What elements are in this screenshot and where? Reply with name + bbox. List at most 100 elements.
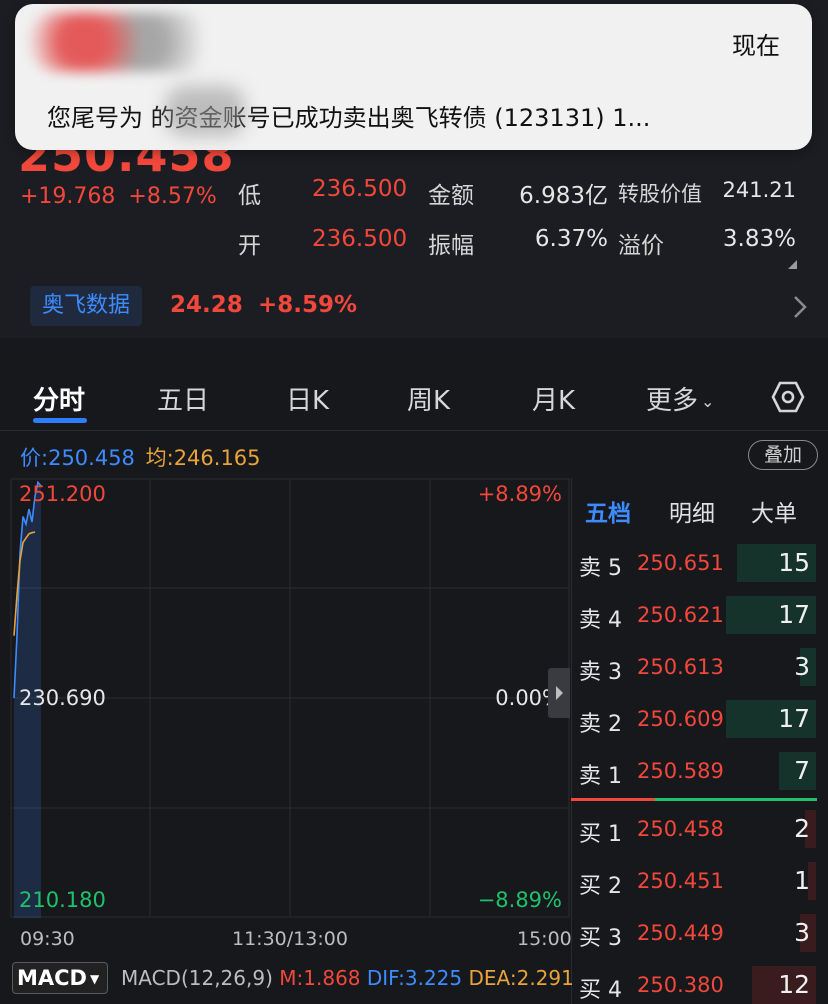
level-quantity: 7 [794,756,810,785]
tab-five-levels[interactable]: 五档 [585,494,631,528]
chevron-down-icon: ⌄ [701,392,715,411]
notification-time: 现在 [732,32,780,60]
ask-row[interactable]: 卖 4 250.621 17 [571,590,828,642]
amplitude-value: 6.37% [534,226,608,252]
chart-collapse-handle[interactable] [548,668,570,718]
divider [0,430,828,431]
premium-value: 3.83% [722,226,796,252]
current-price: 250.458 [48,446,135,470]
bid-row[interactable]: 买 4 250.380 12 [571,960,828,1004]
y-label-mid: 230.690 [19,686,106,710]
expand-corner-icon[interactable] [788,260,797,269]
level-quantity: 15 [778,548,810,577]
tab-weekly-k[interactable]: 周K [407,380,450,417]
turnover-value: 6.983亿 [519,183,608,209]
notification-banner[interactable]: 现在 您尾号为 的资金账号已成功卖出奥飞转债 (123131) 1... [15,4,812,150]
caret-right-icon [556,686,563,700]
macd-dea: DEA:2.291 [468,966,574,990]
level-quantity: 1 [794,866,810,895]
bid-row[interactable]: 买 3 250.449 3 [571,908,828,960]
bid-ask-split-red [571,798,655,801]
intraday-chart[interactable]: 251.200 230.690 210.180 +8.89% 0.00% −8.… [10,478,570,918]
average-price: 246.165 [173,446,261,470]
redacted-blur [27,12,217,72]
chevron-right-icon[interactable] [790,293,810,321]
macd-params: MACD(12,26,9) [121,966,273,990]
level-quantity: 2 [794,814,810,843]
bid-row[interactable]: 买 2 250.451 1 [571,856,828,908]
ask-row[interactable]: 卖 3 250.613 3 [571,642,828,694]
x-tick-close: 15:00 [517,928,572,950]
turnover-label: 金额 [428,183,474,209]
change-percent: +8.57% [128,184,217,209]
price-average-bar: 价:250.458 均:246.165 [20,442,261,472]
level-quantity: 12 [778,970,810,999]
level-label: 卖 5 [579,556,622,581]
y-label-low: 210.180 [19,888,106,912]
related-stock-price: 24.28 [170,292,243,318]
macd-values: MACD(12,26,9) M:1.868 DIF:3.225 DEA:2.29… [121,966,574,990]
level-price: 250.613 [637,655,724,679]
tab-daily-k[interactable]: 日K [286,380,329,417]
level-label: 卖 4 [579,608,622,633]
low-value: 236.500 [312,176,408,202]
level-price: 250.458 [637,817,724,841]
dropdown-arrow-icon: ▼ [90,972,100,986]
order-book: 五档 明细 大单 卖 5 250.651 15 卖 4 250.621 17 卖 3 250.… [571,478,828,1004]
ask-row[interactable]: 卖 1 250.589 7 [571,746,828,798]
pct-label-low: −8.89% [477,888,562,912]
level-label: 买 4 [579,978,622,1003]
level-label: 卖 3 [579,660,622,685]
conversion-value: 241.21 [722,178,796,202]
average-label: 均: [145,446,174,470]
level-label: 买 3 [579,926,622,951]
level-label: 买 1 [579,822,622,847]
level-price: 250.451 [637,869,724,893]
premium-label: 溢价 [618,233,664,259]
ask-row[interactable]: 卖 5 250.651 15 [571,538,828,590]
level-quantity: 17 [778,600,810,629]
tab-monthly-k[interactable]: 月K [532,380,575,417]
level-quantity: 17 [778,704,810,733]
indicator-select-label: MACD [17,966,87,990]
notification-message: 您尾号为 的资金账号已成功卖出奥飞转债 (123131) 1... [47,104,651,132]
level-price: 250.609 [637,707,724,731]
related-stock-change: +8.59% [258,292,358,318]
overlay-button[interactable]: 叠加 [748,440,818,470]
indicator-select[interactable]: MACD ▼ [12,962,108,994]
level-price: 250.621 [637,603,724,627]
tab-more-label: 更多 [646,386,699,416]
y-label-high: 251.200 [19,482,106,506]
amplitude-label: 振幅 [428,233,474,259]
related-stock-tag[interactable]: 奥飞数据 [30,286,143,326]
x-tick-open: 09:30 [20,928,75,950]
open-value: 236.500 [312,226,408,252]
level-price: 250.589 [637,759,724,783]
level-quantity: 3 [794,652,810,681]
macd-m: M:1.868 [279,966,361,990]
level-label: 买 2 [579,874,622,899]
ask-row[interactable]: 卖 2 250.609 17 [571,694,828,746]
pct-label-high: +8.89% [477,482,562,506]
settings-hexagon-icon[interactable] [771,380,805,414]
chart-tabs: 分时 五日 日K 周K 月K 更多 ⌄ [0,366,828,430]
level-label: 卖 1 [579,764,622,789]
active-tab-indicator [33,418,87,423]
level-label: 卖 2 [579,712,622,737]
bid-row[interactable]: 买 1 250.458 2 [571,804,828,856]
low-label: 低 [238,183,261,209]
level-price: 250.651 [637,551,724,575]
tab-details[interactable]: 明细 [669,494,715,528]
conversion-value-label: 转股价值 [618,182,702,206]
tab-more[interactable]: 更多 ⌄ [646,380,714,417]
level-quantity: 3 [794,918,810,947]
bid-ask-split-green [655,798,817,801]
tab-intraday[interactable]: 分时 [33,380,85,417]
price-label: 价: [20,446,49,470]
price-change: +19.768 +8.57% [20,184,217,209]
tab-five-day[interactable]: 五日 [157,380,209,417]
macd-dif: DIF:3.225 [366,966,463,990]
tab-large-orders[interactable]: 大单 [751,494,797,528]
x-tick-midday: 11:30/13:00 [232,928,348,950]
redacted-account-blur [165,86,245,136]
